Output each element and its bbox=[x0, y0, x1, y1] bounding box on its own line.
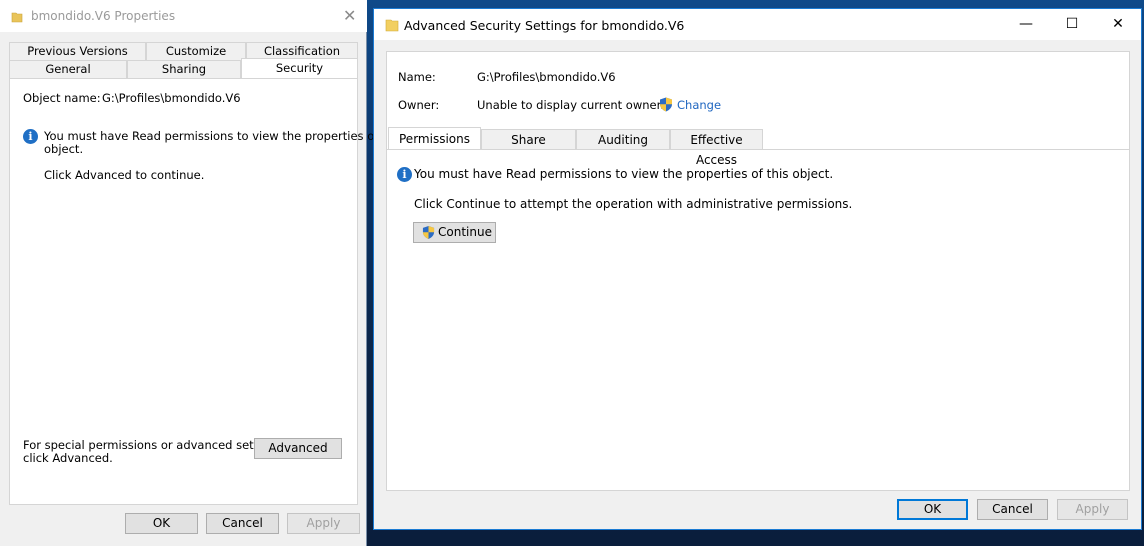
apply-button[interactable]: Apply bbox=[1057, 499, 1128, 520]
properties-titlebar: bmondido.V6 Properties ✕ bbox=[0, 0, 367, 32]
properties-window: bmondido.V6 Properties ✕ Previous Versio… bbox=[0, 0, 403, 546]
advanced-content-panel: Name: G:\Profiles\bmondido.V6 Owner: Una… bbox=[386, 51, 1130, 491]
tab-general[interactable]: General bbox=[9, 60, 127, 78]
cancel-button[interactable]: Cancel bbox=[206, 513, 279, 534]
tab-auditing[interactable]: Auditing bbox=[576, 129, 670, 149]
info-icon: i bbox=[23, 129, 38, 144]
ok-button[interactable]: OK bbox=[125, 513, 198, 534]
info-icon: i bbox=[397, 167, 412, 182]
change-owner-link[interactable]: Change bbox=[677, 98, 721, 112]
object-name-label: Object name: bbox=[23, 91, 101, 105]
object-name-value: G:\Profiles\bmondido.V6 bbox=[102, 91, 241, 105]
advanced-tabs: Permissions Share Auditing Effective Acc… bbox=[388, 127, 763, 167]
name-label: Name: bbox=[398, 70, 436, 84]
uac-shield-icon bbox=[660, 97, 672, 112]
click-advanced-text: Click Advanced to continue. bbox=[44, 168, 205, 182]
advanced-button[interactable]: Advanced bbox=[254, 438, 342, 459]
tab-customize[interactable]: Customize bbox=[146, 42, 246, 60]
permissions-tab-page: i You must have Read permissions to view… bbox=[387, 149, 1129, 491]
owner-value: Unable to display current owner. bbox=[477, 98, 664, 112]
tab-previous-versions[interactable]: Previous Versions bbox=[9, 42, 146, 60]
owner-label: Owner: bbox=[398, 98, 440, 112]
continue-button-label: Continue bbox=[438, 225, 492, 239]
special-permissions-line2: click Advanced. bbox=[23, 451, 113, 465]
close-icon[interactable]: ✕ bbox=[1095, 9, 1141, 40]
folder-icon bbox=[11, 12, 23, 23]
name-value: G:\Profiles\bmondido.V6 bbox=[477, 70, 616, 84]
advanced-titlebar: Advanced Security Settings for bmondido.… bbox=[374, 9, 1141, 40]
tab-permissions[interactable]: Permissions bbox=[388, 127, 481, 149]
properties-tabs-row2: General Sharing Security bbox=[9, 58, 358, 78]
close-icon[interactable]: ✕ bbox=[343, 8, 356, 24]
info-text: You must have Read permissions to view t… bbox=[414, 167, 834, 181]
cancel-button[interactable]: Cancel bbox=[977, 499, 1048, 520]
minimize-icon[interactable]: — bbox=[1003, 9, 1049, 40]
info-text-line2: object. bbox=[44, 142, 84, 156]
tab-effective-access[interactable]: Effective Access bbox=[670, 129, 763, 167]
continue-button[interactable]: Continue bbox=[413, 222, 496, 243]
folder-icon bbox=[385, 19, 399, 32]
tab-security[interactable]: Security bbox=[241, 58, 358, 78]
advanced-security-window: Advanced Security Settings for bmondido.… bbox=[373, 8, 1142, 530]
info-text-line1: You must have Read permissions to view t… bbox=[44, 129, 403, 143]
tab-sharing[interactable]: Sharing bbox=[127, 60, 241, 78]
uac-shield-icon bbox=[422, 226, 435, 239]
advanced-title: Advanced Security Settings for bmondido.… bbox=[404, 18, 685, 33]
special-permissions-line1: For special permissions or advanced sett… bbox=[23, 438, 286, 452]
continue-instructions: Click Continue to attempt the operation … bbox=[414, 197, 853, 211]
apply-button[interactable]: Apply bbox=[287, 513, 360, 534]
maximize-icon[interactable]: ☐ bbox=[1049, 9, 1095, 40]
security-tab-page: Object name: G:\Profiles\bmondido.V6 i Y… bbox=[9, 78, 403, 505]
tab-share[interactable]: Share bbox=[481, 129, 576, 149]
properties-title: bmondido.V6 Properties bbox=[31, 9, 176, 23]
ok-button[interactable]: OK bbox=[897, 499, 968, 520]
